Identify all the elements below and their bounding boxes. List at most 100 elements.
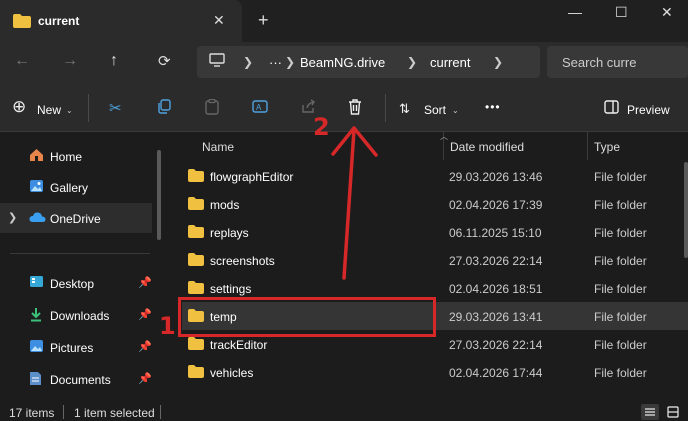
sidebar-scrollbar[interactable] xyxy=(157,150,161,240)
column-header-date[interactable]: Date modified xyxy=(444,132,588,160)
sort-button[interactable]: Sort xyxy=(424,103,446,117)
delete-icon[interactable] xyxy=(348,99,362,119)
sidebar-item-documents[interactable]: Documents 📌 xyxy=(0,364,152,394)
sort-indicator-icon: ︿ xyxy=(440,132,448,141)
chevron-right-icon: ❯ xyxy=(285,55,296,69)
desktop-icon xyxy=(29,275,44,291)
navigation-bar: ← → ↑ ⟳ ❯ ··· ❯ BeamNG.drive ❯ current ❯… xyxy=(0,42,688,82)
new-icon[interactable]: ⊕ xyxy=(12,97,26,117)
annotation-highlight-box xyxy=(178,297,436,337)
sidebar-item-home[interactable]: Home xyxy=(0,141,152,171)
file-row-flowgrapheditor[interactable]: flowgraphEditor 29.03.2026 13:46 File fold… xyxy=(182,162,688,190)
column-label: Type xyxy=(594,140,621,154)
sidebar-item-desktop[interactable]: Desktop 📌 xyxy=(0,268,152,298)
file-type: File folder xyxy=(594,310,647,324)
tab-close-icon[interactable]: ✕ xyxy=(213,12,225,29)
sidebar-item-label: Pictures xyxy=(50,341,94,355)
item-count: 17 items xyxy=(9,406,55,420)
refresh-button[interactable]: ⟳ xyxy=(158,52,171,70)
pin-icon[interactable]: 📌 xyxy=(138,372,152,385)
file-type: File folder xyxy=(594,338,647,352)
more-options-button[interactable]: ••• xyxy=(485,100,501,114)
sidebar-item-label: Downloads xyxy=(50,309,110,323)
chevron-right-icon[interactable]: ❯ xyxy=(8,211,17,224)
pictures-icon xyxy=(29,339,44,356)
file-name: trackEditor xyxy=(210,338,268,352)
file-date: 27.03.2026 22:14 xyxy=(449,254,543,268)
documents-icon xyxy=(29,371,42,389)
sidebar-item-label: Home xyxy=(50,150,83,164)
file-list: Name Date modified Type ︿ flowgraphEdito… xyxy=(170,132,688,400)
status-bar: 17 items 1 item selected xyxy=(0,400,688,421)
copy-icon[interactable] xyxy=(157,99,172,118)
sort-icon[interactable]: ⇅ xyxy=(399,101,410,117)
rename-icon[interactable]: A xyxy=(252,99,268,118)
file-type: File folder xyxy=(594,198,647,212)
new-button[interactable]: New xyxy=(37,103,61,117)
file-row-replays[interactable]: replays 06.11.2025 15:10 File folder xyxy=(182,218,688,246)
sidebar-item-onedrive[interactable]: ❯ OneDrive xyxy=(0,203,152,233)
sidebar-item-downloads[interactable]: Downloads 📌 xyxy=(0,300,152,330)
folder-icon xyxy=(188,169,204,185)
file-date: 29.03.2026 13:41 xyxy=(449,310,543,324)
minimize-button[interactable]: — xyxy=(568,4,582,20)
paste-icon[interactable] xyxy=(205,98,219,119)
tab-title: current xyxy=(38,14,80,28)
file-type: File folder xyxy=(594,282,647,296)
breadcrumb-beamng[interactable]: BeamNG.drive xyxy=(300,55,385,70)
preview-pane-icon[interactable] xyxy=(604,100,619,118)
tab-current[interactable]: current ✕ xyxy=(0,0,242,42)
sidebar-item-label: Desktop xyxy=(50,277,95,291)
file-type: File folder xyxy=(594,366,647,380)
back-button[interactable]: ← xyxy=(14,52,30,70)
folder-icon xyxy=(188,225,204,241)
address-bar[interactable]: ❯ ··· ❯ BeamNG.drive ❯ current ❯ xyxy=(197,46,540,78)
file-row-mods[interactable]: mods 02.04.2026 17:39 File folder xyxy=(182,190,688,218)
forward-button[interactable]: → xyxy=(62,52,78,70)
file-type: File folder xyxy=(594,254,647,268)
computer-icon xyxy=(209,53,225,70)
preview-button[interactable]: Preview xyxy=(627,103,670,117)
maximize-button[interactable]: ☐ xyxy=(615,4,628,21)
pin-icon[interactable]: 📌 xyxy=(138,340,152,353)
download-icon xyxy=(29,307,43,325)
annotation-step-1: 1 xyxy=(159,312,176,340)
sidebar-item-gallery[interactable]: Gallery xyxy=(0,172,152,202)
file-row-screenshots[interactable]: screenshots 27.03.2026 22:14 File folder xyxy=(182,246,688,274)
sidebar-item-pictures[interactable]: Pictures 📌 xyxy=(0,332,152,362)
new-tab-button[interactable]: + xyxy=(258,10,269,31)
file-row-vehicles[interactable]: vehicles 02.04.2026 17:44 File folder xyxy=(182,358,688,386)
file-type: File folder xyxy=(594,170,647,184)
file-list-scrollbar[interactable] xyxy=(684,162,688,258)
tiles-view-button[interactable] xyxy=(664,404,682,420)
annotation-step-2: 2 xyxy=(313,113,330,141)
file-date: 02.04.2026 18:51 xyxy=(449,282,543,296)
file-name: flowgraphEditor xyxy=(210,170,294,184)
search-box[interactable]: Search curre xyxy=(547,46,688,78)
details-view-button[interactable] xyxy=(641,404,659,420)
pin-icon[interactable]: 📌 xyxy=(138,308,152,321)
pin-icon[interactable]: 📌 xyxy=(138,276,152,289)
file-name: screenshots xyxy=(210,254,275,268)
breadcrumb-current[interactable]: current xyxy=(430,55,470,70)
folder-icon xyxy=(188,337,204,353)
column-header-type[interactable]: Type xyxy=(588,132,688,160)
column-label: Name xyxy=(202,140,235,154)
chevron-right-icon: ❯ xyxy=(407,55,418,69)
gallery-icon xyxy=(29,179,44,196)
up-button[interactable]: ↑ xyxy=(110,52,118,70)
file-date: 06.11.2025 15:10 xyxy=(449,226,542,240)
breadcrumb-more[interactable]: ··· xyxy=(269,55,282,70)
cut-icon[interactable]: ✂ xyxy=(109,99,122,117)
close-window-button[interactable]: ✕ xyxy=(661,4,673,21)
search-input[interactable]: Search curre xyxy=(562,55,636,70)
file-date: 02.04.2026 17:44 xyxy=(449,366,543,380)
divider xyxy=(10,253,150,254)
divider xyxy=(63,405,64,419)
svg-text:A: A xyxy=(256,103,262,112)
file-name: replays xyxy=(210,226,249,240)
tiles-view-icon xyxy=(667,406,679,418)
file-type: File folder xyxy=(594,226,647,240)
column-label: Date modified xyxy=(450,140,525,154)
file-name: vehicles xyxy=(210,366,254,380)
